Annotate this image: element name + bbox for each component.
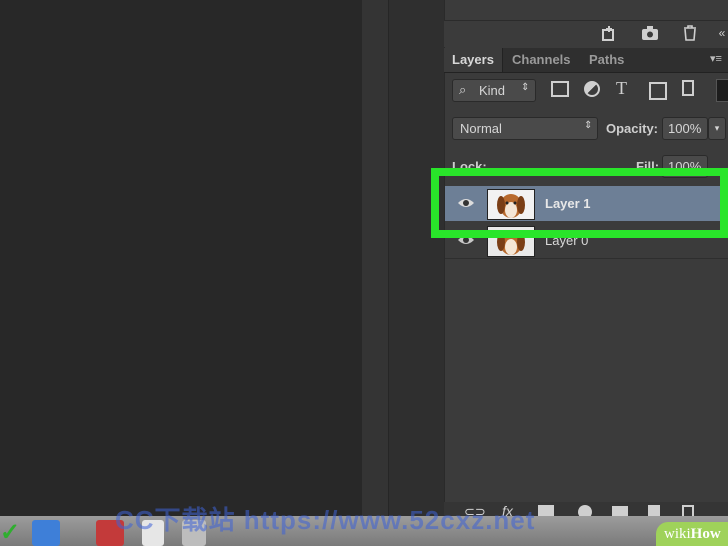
- tab-paths[interactable]: Paths: [581, 48, 632, 72]
- watermark-text: CC下载站 https://www.52cxz.net: [115, 505, 536, 535]
- panel-dock-strip: [388, 0, 445, 516]
- new-snapshot-icon[interactable]: [598, 24, 618, 42]
- highlight-box: [431, 168, 728, 238]
- camera-icon[interactable]: [640, 24, 660, 42]
- tab-channels[interactable]: Channels: [504, 48, 579, 72]
- opacity-dropdown-arrow[interactable]: ▾: [708, 117, 726, 140]
- canvas-area[interactable]: [0, 0, 362, 516]
- filter-kind-label: Kind: [479, 83, 506, 98]
- app-store-icon[interactable]: [32, 520, 60, 546]
- updown-arrows-icon: ⇕: [584, 120, 593, 131]
- smart-object-filter-icon[interactable]: [682, 80, 694, 96]
- opacity-label: Opacity:: [606, 121, 659, 136]
- pixel-filter-icon[interactable]: [551, 81, 569, 97]
- collapse-icon[interactable]: «: [712, 24, 728, 42]
- panel-gap: [362, 0, 388, 516]
- opacity-value: 100%: [668, 121, 702, 136]
- panel-top-toolbar: «: [444, 20, 728, 47]
- checkmark-icon[interactable]: ✓: [0, 520, 22, 546]
- type-filter-icon[interactable]: T: [616, 78, 627, 99]
- brand-suffix: How: [690, 526, 721, 542]
- brand-prefix: wiki: [664, 526, 691, 542]
- panel-tabs: Layers Channels Paths ▾≡: [444, 48, 728, 73]
- trash-icon[interactable]: [680, 24, 700, 42]
- adjustment-filter-icon[interactable]: [584, 81, 600, 97]
- blend-mode-dropdown[interactable]: Normal ⇕: [452, 117, 598, 140]
- filter-kind-dropdown[interactable]: ⌕ Kind ⇕: [452, 79, 536, 102]
- shape-filter-icon[interactable]: [649, 82, 667, 100]
- updown-arrows-icon: ⇕: [521, 82, 530, 93]
- brand-badge: wikiHow: [656, 522, 728, 546]
- opacity-input[interactable]: 100%: [662, 117, 708, 140]
- search-icon: ⌕: [459, 82, 467, 97]
- blend-mode-value: Normal: [460, 121, 502, 136]
- tab-layers[interactable]: Layers: [444, 48, 503, 72]
- filter-toggle[interactable]: [716, 79, 728, 102]
- panel-menu-icon[interactable]: ▾≡: [710, 52, 722, 65]
